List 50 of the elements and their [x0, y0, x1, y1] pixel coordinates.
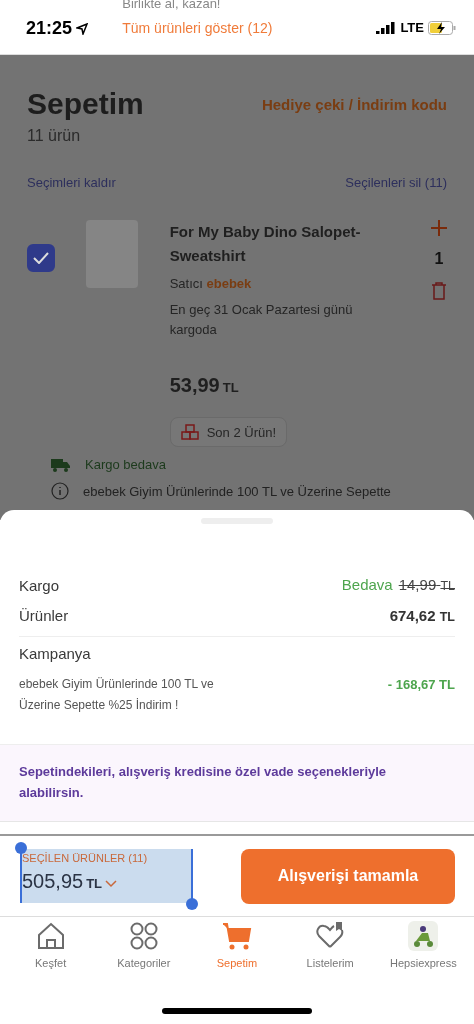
selected-total: 505,95 — [22, 870, 84, 893]
quantity-value: 1 — [434, 250, 444, 268]
seller-info: Satıcı ebebek — [169, 275, 253, 293]
product-name[interactable]: For My Baby Dino Salopet-Sweatshirt — [169, 220, 400, 268]
delivery-info: En geç 31 Ocak Pazartesi günü kargoda — [169, 301, 354, 339]
selection-handle[interactable] — [15, 842, 27, 854]
free-shipping-note: Kargo bedava — [85, 457, 166, 472]
campaign-description: ebebek Giyim Ürünlerinde 100 TL ve Üzerine Sepette %25 İndirim ! — [19, 676, 215, 714]
tab-bar-item[interactable]: Sepetim — [190, 921, 283, 969]
cart-title: Sepetim — [27, 87, 144, 121]
grid-icon — [128, 921, 159, 951]
delete-selected-link[interactable]: Seçilenleri sil (11) — [345, 175, 447, 190]
stock-text: Son 2 Ürün! — [206, 424, 277, 440]
selected-products-label: SEÇİLEN ÜRÜNLER (11) — [22, 852, 149, 864]
checkmark-icon — [33, 252, 49, 264]
shipping-value: Bedava — [341, 576, 393, 593]
signal-icon — [376, 21, 397, 34]
summary-label: Kargo — [19, 576, 60, 594]
trash-icon[interactable] — [431, 282, 447, 300]
battery-charging-icon — [428, 20, 456, 35]
credit-info-banner: Sepetindekileri, alışveriş kredisine özel vade seçenekleriyle alabilirsin. — [0, 744, 474, 822]
boxes-icon — [180, 424, 199, 440]
network-type: LTE — [400, 20, 424, 35]
item-count: 11 ürün — [27, 127, 82, 145]
selection-handle[interactable] — [186, 898, 198, 910]
currency-label: TL — [86, 876, 103, 891]
coupon-code-link[interactable]: Hediye çeki / İndirim kodu — [261, 95, 447, 113]
campaign-title: Kampanya — [18, 645, 92, 662]
tab-bar-item[interactable]: Listelerim — [284, 921, 377, 969]
checkout-button[interactable]: Alışverişi tamamla — [241, 848, 455, 904]
info-icon — [51, 482, 69, 500]
summary-label: Ürünler — [19, 606, 69, 624]
old-shipping-price: 14,99 TL — [398, 576, 455, 593]
cart-icon — [221, 921, 252, 951]
home-icon — [35, 921, 66, 951]
status-time: 21:25 — [26, 18, 89, 39]
chevron-down-icon[interactable] — [105, 880, 118, 888]
item-checkbox[interactable] — [27, 244, 55, 272]
tab-bar-item[interactable]: Kategoriler — [97, 921, 190, 969]
scooter-app-icon — [408, 921, 439, 951]
tab-bar-item[interactable]: Hepsiexpress — [377, 921, 470, 969]
show-all-products-link[interactable]: Tüm ürünleri göster (12) — [122, 20, 273, 36]
campaign-discount: - 168,67 TL — [387, 677, 455, 692]
truck-icon — [51, 457, 71, 472]
tab-bar-item[interactable]: Keşfet — [4, 921, 97, 969]
campaign-note: ebebek Giyim Ürünlerinde 100 TL ve Üzerine Sepette — [83, 483, 391, 499]
deselect-link[interactable]: Seçimleri kaldır — [27, 175, 116, 190]
products-total: 674,62 TL — [389, 606, 455, 624]
product-price: 53,99 TL — [169, 374, 240, 397]
location-arrow-icon — [76, 22, 89, 35]
